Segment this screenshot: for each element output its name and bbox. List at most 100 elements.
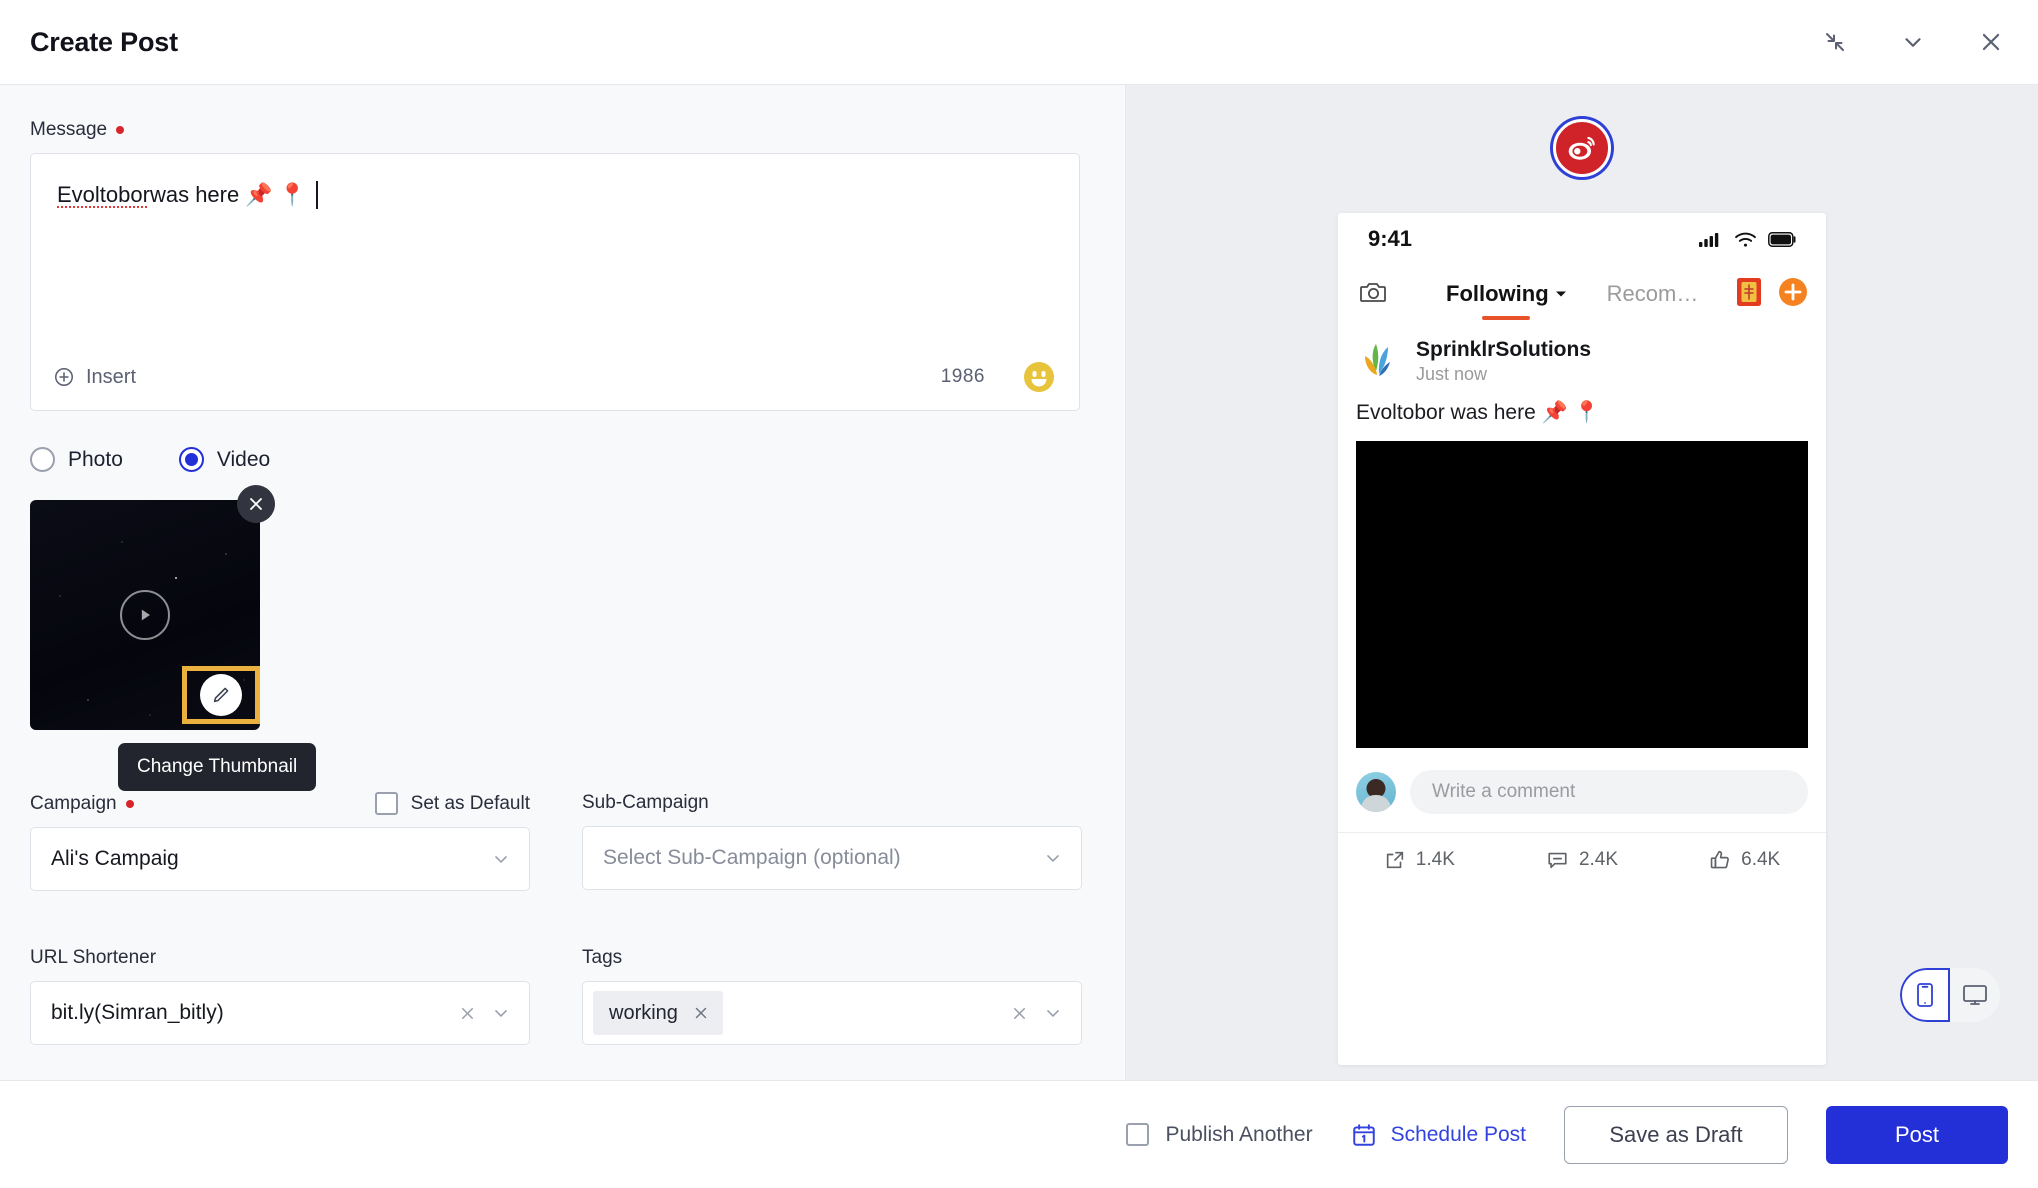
radio-photo[interactable]: Photo (30, 447, 123, 472)
stat-like[interactable]: 6.4K (1663, 849, 1826, 871)
comment-input[interactable]: Write a comment (1410, 769, 1808, 814)
stat-share[interactable]: 1.4K (1338, 849, 1501, 871)
radio-video[interactable]: Video (178, 447, 271, 472)
campaign-select[interactable]: Ali's Campaig (30, 827, 530, 891)
tab-following-label: Following (1446, 281, 1549, 306)
radio-video-label: Video (216, 447, 271, 471)
tab-recommend[interactable]: Recom… (1607, 281, 1699, 307)
radio-photo-control[interactable] (30, 447, 55, 472)
dialog-footer: Publish Another Schedule Post Save as Dr… (0, 1080, 2038, 1188)
sub-campaign-select[interactable]: Select Sub-Campaign (optional) (582, 826, 1082, 890)
campaign-label: Campaign (30, 793, 134, 815)
post-timestamp: Just now (1416, 364, 1488, 385)
stat-comment-value: 2.4K (1578, 848, 1619, 870)
video-thumbnail-wrapper: Change Thumbnail (30, 485, 317, 791)
publish-another-control[interactable] (1126, 1123, 1150, 1146)
tab-following[interactable]: Following (1446, 281, 1567, 307)
tag-chip[interactable]: working (593, 991, 723, 1035)
tags-label-text: Tags (582, 947, 623, 968)
sub-campaign-placeholder: Select Sub-Campaign (optional) (603, 846, 901, 869)
comment-icon (1548, 852, 1567, 868)
chevron-down-icon (495, 1010, 507, 1017)
chevron-down-icon[interactable] (1896, 25, 1930, 59)
message-editor[interactable]: Evoltobor was here 📌 📍 Insert 1986 (30, 153, 1080, 411)
message-input[interactable]: Evoltobor was here 📌 📍 (31, 154, 1079, 211)
status-bar: 9:41 (1338, 213, 1826, 265)
cellular-signal-icon (1699, 232, 1719, 247)
tags-field: Tags working (582, 947, 1082, 1045)
schedule-post-label: Schedule Post (1390, 1122, 1526, 1146)
dialog-header: Create Post (0, 0, 2038, 85)
comment-row: Write a comment (1338, 748, 1826, 814)
campaign-field: Campaign Set as Default Ali's Campaig (30, 792, 530, 891)
post-video-preview[interactable] (1356, 440, 1808, 748)
header-actions (1818, 25, 2008, 59)
post-form: Message Evoltobor was here 📌 📍 Insert 19… (0, 85, 1126, 1080)
sub-campaign-field: Sub-Campaign Select Sub-Campaign (option… (582, 792, 1082, 891)
tags-controls (1010, 1003, 1063, 1023)
desktop-icon[interactable] (1950, 968, 2000, 1022)
weibo-logo[interactable] (1553, 119, 1611, 177)
thumbs-up-icon (1710, 850, 1730, 868)
share-icon (1386, 851, 1403, 868)
clear-icon (1013, 1007, 1026, 1019)
close-icon (250, 498, 262, 510)
post-author: SprinklrSolutions (1416, 338, 1592, 361)
pencil-icon (200, 674, 242, 716)
url-shortener-select[interactable]: bit.ly(Simran_bitly) (30, 981, 530, 1045)
plus-icon[interactable] (1778, 277, 1808, 312)
sprinklr-logo (1356, 340, 1400, 384)
post-button[interactable]: Post (1826, 1105, 2008, 1164)
schedule-post-button[interactable]: Schedule Post (1351, 1122, 1526, 1148)
tags-label: Tags (582, 947, 1082, 969)
publish-another-checkbox[interactable]: Publish Another (1126, 1122, 1313, 1147)
editor-toolbar: Insert 1986 (31, 344, 1079, 410)
sub-campaign-label-text: Sub-Campaign (582, 792, 709, 813)
plus-circle-icon (54, 367, 74, 387)
url-shortener-field: URL Shortener bit.ly(Simran_bitly) (30, 947, 530, 1045)
required-indicator (125, 799, 134, 808)
stat-comment[interactable]: 2.4K (1501, 849, 1664, 871)
calendar-icon (1352, 1123, 1375, 1146)
footer-actions: Publish Another Schedule Post Save as Dr… (1126, 1105, 2008, 1164)
save-as-draft-button[interactable]: Save as Draft (1564, 1105, 1788, 1164)
feed-tab-actions (1736, 277, 1808, 312)
url-shortener-controls (458, 1003, 511, 1023)
tags-select[interactable]: working (582, 981, 1082, 1045)
chevron-down-icon (1047, 855, 1059, 862)
preview-pane: 9:41 Following Recom… SprinklrSolutions … (1126, 85, 2038, 1080)
tag-chip-label: working (609, 1001, 678, 1024)
post-author-block: SprinklrSolutions Just now (1416, 337, 1591, 387)
sub-campaign-select-controls (1043, 848, 1063, 868)
set-as-default-control[interactable] (374, 792, 398, 815)
emoji-smiley-icon[interactable] (1023, 361, 1055, 393)
mobile-icon[interactable] (1900, 968, 1950, 1022)
change-thumbnail-button[interactable] (182, 666, 260, 724)
radio-video-control[interactable] (178, 447, 204, 472)
url-tags-row: URL Shortener bit.ly(Simran_bitly) Tags (30, 947, 1095, 1045)
chevron-down-icon (1047, 1010, 1059, 1017)
character-count: 1986 (940, 366, 985, 387)
camera-icon[interactable] (1356, 280, 1410, 309)
play-icon[interactable] (120, 590, 170, 640)
collapse-icon[interactable] (1818, 25, 1852, 59)
insert-button[interactable]: Insert (53, 366, 136, 389)
stat-like-value: 6.4K (1741, 848, 1781, 870)
insert-label: Insert (86, 365, 137, 388)
feed-tabs: Following Recom… (1338, 265, 1826, 323)
url-shortener-value: bit.ly(Simran_bitly) (51, 1001, 224, 1024)
message-text-rest: was here 📌 📍 (149, 182, 307, 207)
status-icons (1699, 231, 1796, 248)
text-caret (316, 181, 319, 210)
battery-icon (1768, 231, 1796, 247)
close-icon[interactable] (1974, 25, 2008, 59)
campaign-label-row: Campaign Set as Default (30, 792, 530, 815)
change-thumbnail-tooltip: Change Thumbnail (118, 743, 317, 791)
clear-icon (461, 1007, 474, 1019)
red-envelope-icon[interactable] (1736, 277, 1762, 312)
device-preview-toggle (1900, 968, 2000, 1022)
set-as-default-checkbox[interactable]: Set as Default (374, 792, 530, 815)
publish-another-label: Publish Another (1165, 1122, 1313, 1146)
message-label: Message (30, 119, 1095, 141)
remove-media-button[interactable] (237, 485, 275, 523)
